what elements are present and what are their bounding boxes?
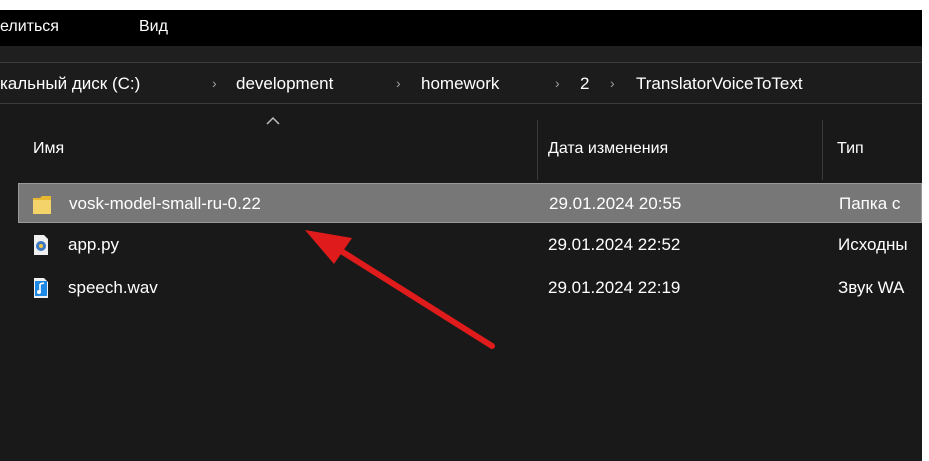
spacer <box>0 104 922 120</box>
explorer-window: елиться Вид кальный диск (C:) › developm… <box>0 0 929 461</box>
sort-ascending-icon <box>266 116 280 125</box>
top-margin <box>0 0 929 10</box>
breadcrumb-translatorvoicetotext[interactable]: TranslatorVoiceToText <box>636 74 803 94</box>
ribbon-collapsed-area <box>0 46 922 62</box>
file-date: 29.01.2024 22:52 <box>548 235 681 254</box>
file-type: Папка с <box>839 194 901 213</box>
breadcrumb-2[interactable]: 2 <box>580 74 589 94</box>
breadcrumb-separator[interactable]: › <box>555 75 560 91</box>
python-file-icon <box>34 235 48 255</box>
file-name: vosk-model-small-ru-0.22 <box>69 194 261 213</box>
file-date: 29.01.2024 22:19 <box>548 278 681 297</box>
column-divider[interactable] <box>537 120 538 180</box>
file-date: 29.01.2024 20:55 <box>549 194 682 213</box>
column-header-row: Имя Дата изменения Тип <box>0 116 922 180</box>
breadcrumb-separator[interactable]: › <box>212 75 217 91</box>
file-name: app.py <box>68 235 120 254</box>
breadcrumb-drive[interactable]: кальный диск (C:) <box>0 74 140 94</box>
file-type: Звук WA <box>838 278 905 297</box>
file-type: Исходны <box>838 235 908 254</box>
menu-share[interactable]: елиться <box>0 18 59 36</box>
breadcrumb-homework[interactable]: homework <box>421 74 499 94</box>
ribbon-menubar: елиться Вид <box>0 10 922 46</box>
file-row-app-py[interactable]: app.py 29.01.2024 22:52 Исходны <box>18 225 922 265</box>
file-row-vosk-model[interactable]: vosk-model-small-ru-0.22 29.01.2024 20:5… <box>18 183 922 223</box>
address-bar[interactable]: кальный диск (C:) › development › homewo… <box>0 62 922 104</box>
column-header-type[interactable]: Тип <box>837 140 864 158</box>
folder-icon <box>33 196 51 214</box>
column-header-name[interactable]: Имя <box>33 140 64 158</box>
column-divider[interactable] <box>822 120 823 180</box>
column-header-date[interactable]: Дата изменения <box>548 140 668 158</box>
breadcrumb-development[interactable]: development <box>236 74 333 94</box>
file-row-speech-wav[interactable]: speech.wav 29.01.2024 22:19 Звук WA <box>18 268 922 308</box>
menu-view[interactable]: Вид <box>139 18 168 36</box>
window-edge <box>922 0 929 461</box>
audio-file-icon <box>34 278 48 298</box>
breadcrumb-separator[interactable]: › <box>396 75 401 91</box>
breadcrumb-separator[interactable]: › <box>610 75 615 91</box>
file-name: speech.wav <box>68 278 158 297</box>
